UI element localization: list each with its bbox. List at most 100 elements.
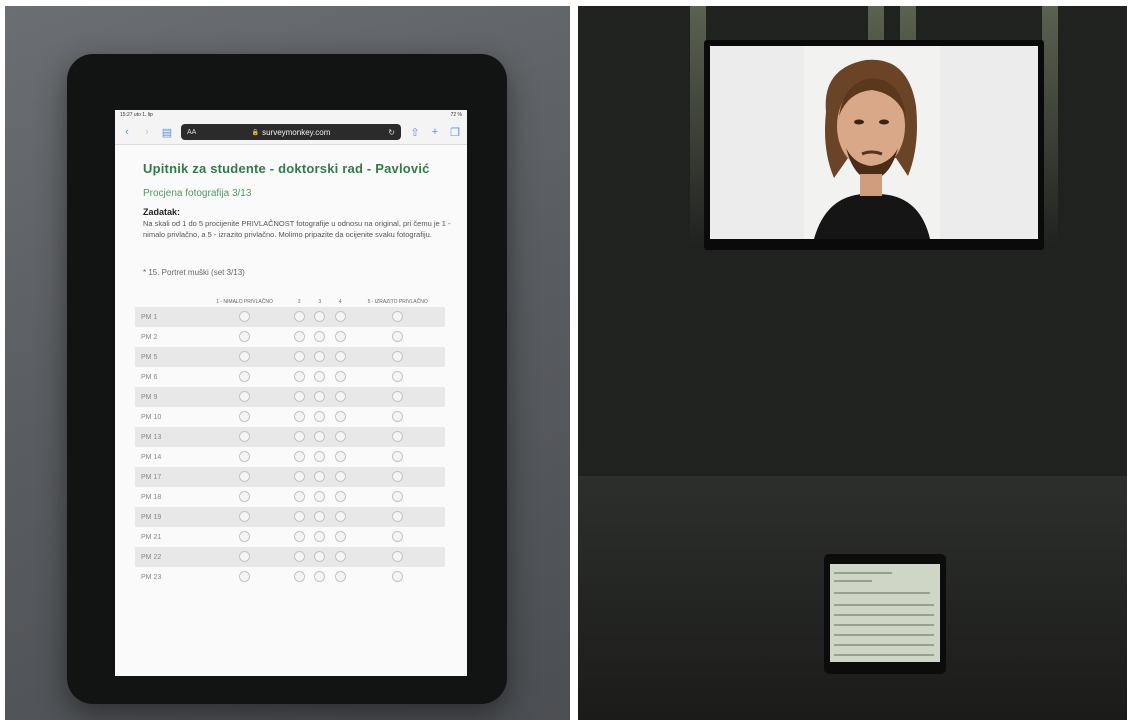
rating-cell xyxy=(329,467,351,487)
rating-cell xyxy=(200,507,290,527)
reload-icon[interactable]: ↻ xyxy=(388,128,395,137)
rating-radio[interactable] xyxy=(334,351,346,363)
tabs-icon[interactable]: ❐ xyxy=(449,126,461,139)
rating-radio[interactable] xyxy=(293,491,305,503)
rating-radio[interactable] xyxy=(239,391,251,403)
rating-radio[interactable] xyxy=(314,371,326,383)
new-tab-icon[interactable]: + xyxy=(429,126,441,138)
rating-radio[interactable] xyxy=(392,371,404,383)
forward-icon[interactable]: › xyxy=(141,126,153,138)
screen-line xyxy=(834,592,930,594)
matrix-header-row: 1 - NIMALO PRIVLAČNO 2 3 4 5 - IZRAZITO … xyxy=(135,285,445,307)
screen-line xyxy=(834,604,934,606)
rating-cell xyxy=(310,527,330,547)
rating-radio[interactable] xyxy=(314,491,326,503)
rating-radio[interactable] xyxy=(239,531,251,543)
rating-radio[interactable] xyxy=(334,431,346,443)
rating-radio[interactable] xyxy=(293,551,305,563)
rating-radio[interactable] xyxy=(314,411,326,423)
rating-radio[interactable] xyxy=(293,311,305,323)
rating-radio[interactable] xyxy=(239,551,251,563)
rating-radio[interactable] xyxy=(239,451,251,463)
rating-radio[interactable] xyxy=(314,391,326,403)
rating-cell xyxy=(289,427,310,447)
rating-radio[interactable] xyxy=(293,331,305,343)
rating-radio[interactable] xyxy=(392,551,404,563)
portrait-photo xyxy=(804,46,940,239)
rating-radio[interactable] xyxy=(239,311,251,323)
rating-radio[interactable] xyxy=(314,351,326,363)
rating-radio[interactable] xyxy=(392,331,404,343)
row-label: PM 22 xyxy=(135,547,200,567)
rating-radio[interactable] xyxy=(392,311,404,323)
rating-radio[interactable] xyxy=(314,331,326,343)
status-bar: 15:27 uto 1. lip 72 % xyxy=(115,110,467,120)
rating-cell xyxy=(289,407,309,427)
rating-radio[interactable] xyxy=(293,451,305,463)
back-icon[interactable]: ‹ xyxy=(121,126,133,138)
rating-radio[interactable] xyxy=(392,471,404,483)
column-header: 5 - IZRAZITO PRIVLAČNO xyxy=(367,299,428,305)
rating-radio[interactable] xyxy=(334,571,346,583)
rating-radio[interactable] xyxy=(239,351,251,363)
rating-radio[interactable] xyxy=(293,471,305,483)
rating-radio[interactable] xyxy=(293,351,305,363)
rating-radio[interactable] xyxy=(392,391,404,403)
rating-radio[interactable] xyxy=(334,511,346,523)
rating-radio[interactable] xyxy=(392,511,404,523)
rating-radio[interactable] xyxy=(293,431,305,443)
rating-cell xyxy=(200,367,289,387)
matrix-body: PM 1 PM 2 PM 5 PM 6 PM 9 PM 10 PM 13 PM 14 PM 17… xyxy=(135,307,445,587)
rating-radio[interactable] xyxy=(334,491,346,503)
rating-radio[interactable] xyxy=(392,411,404,423)
rating-radio[interactable] xyxy=(334,531,346,543)
rating-radio[interactable] xyxy=(293,391,305,403)
rating-radio[interactable] xyxy=(239,411,251,423)
rating-radio[interactable] xyxy=(239,331,251,343)
rating-cell xyxy=(350,447,445,467)
rating-radio[interactable] xyxy=(392,451,404,463)
rating-radio[interactable] xyxy=(392,571,404,583)
rating-radio[interactable] xyxy=(314,451,326,463)
rating-radio[interactable] xyxy=(334,471,346,483)
rating-radio[interactable] xyxy=(334,371,346,383)
rating-cell xyxy=(330,447,350,467)
text-size-button[interactable]: AA xyxy=(187,129,196,136)
address-bar[interactable]: AA 🔒 surveymonkey.com ↻ xyxy=(181,124,401,140)
table-row: PM 2 xyxy=(135,327,445,347)
rating-radio[interactable] xyxy=(334,411,346,423)
rating-radio[interactable] xyxy=(239,371,251,383)
rating-radio[interactable] xyxy=(314,431,326,443)
rating-radio[interactable] xyxy=(239,511,251,523)
rating-cell xyxy=(309,507,330,527)
column-header: 4 xyxy=(338,299,342,305)
rating-radio[interactable] xyxy=(293,371,305,383)
rating-radio[interactable] xyxy=(314,511,326,523)
rating-radio[interactable] xyxy=(293,411,305,423)
rating-cell xyxy=(350,507,445,527)
rating-radio[interactable] xyxy=(334,331,346,343)
rating-radio[interactable] xyxy=(334,391,346,403)
rating-radio[interactable] xyxy=(392,431,404,443)
rating-radio[interactable] xyxy=(334,551,346,563)
rating-radio[interactable] xyxy=(239,571,251,583)
rating-radio[interactable] xyxy=(239,471,251,483)
rating-radio[interactable] xyxy=(392,491,404,503)
rating-radio[interactable] xyxy=(314,311,326,323)
rating-radio[interactable] xyxy=(293,511,305,523)
rating-radio[interactable] xyxy=(334,311,346,323)
bookmarks-icon[interactable]: ▤ xyxy=(161,126,173,139)
rating-radio[interactable] xyxy=(314,551,326,563)
rating-radio[interactable] xyxy=(314,471,326,483)
rating-radio[interactable] xyxy=(314,571,326,583)
rating-radio[interactable] xyxy=(293,571,305,583)
rating-cell xyxy=(309,427,330,447)
rating-radio[interactable] xyxy=(293,531,305,543)
rating-radio[interactable] xyxy=(392,351,404,363)
rating-radio[interactable] xyxy=(314,531,326,543)
rating-radio[interactable] xyxy=(334,451,346,463)
rating-radio[interactable] xyxy=(239,491,251,503)
rating-radio[interactable] xyxy=(392,531,404,543)
rating-radio[interactable] xyxy=(239,431,251,443)
share-icon[interactable]: ⇧ xyxy=(409,126,421,139)
